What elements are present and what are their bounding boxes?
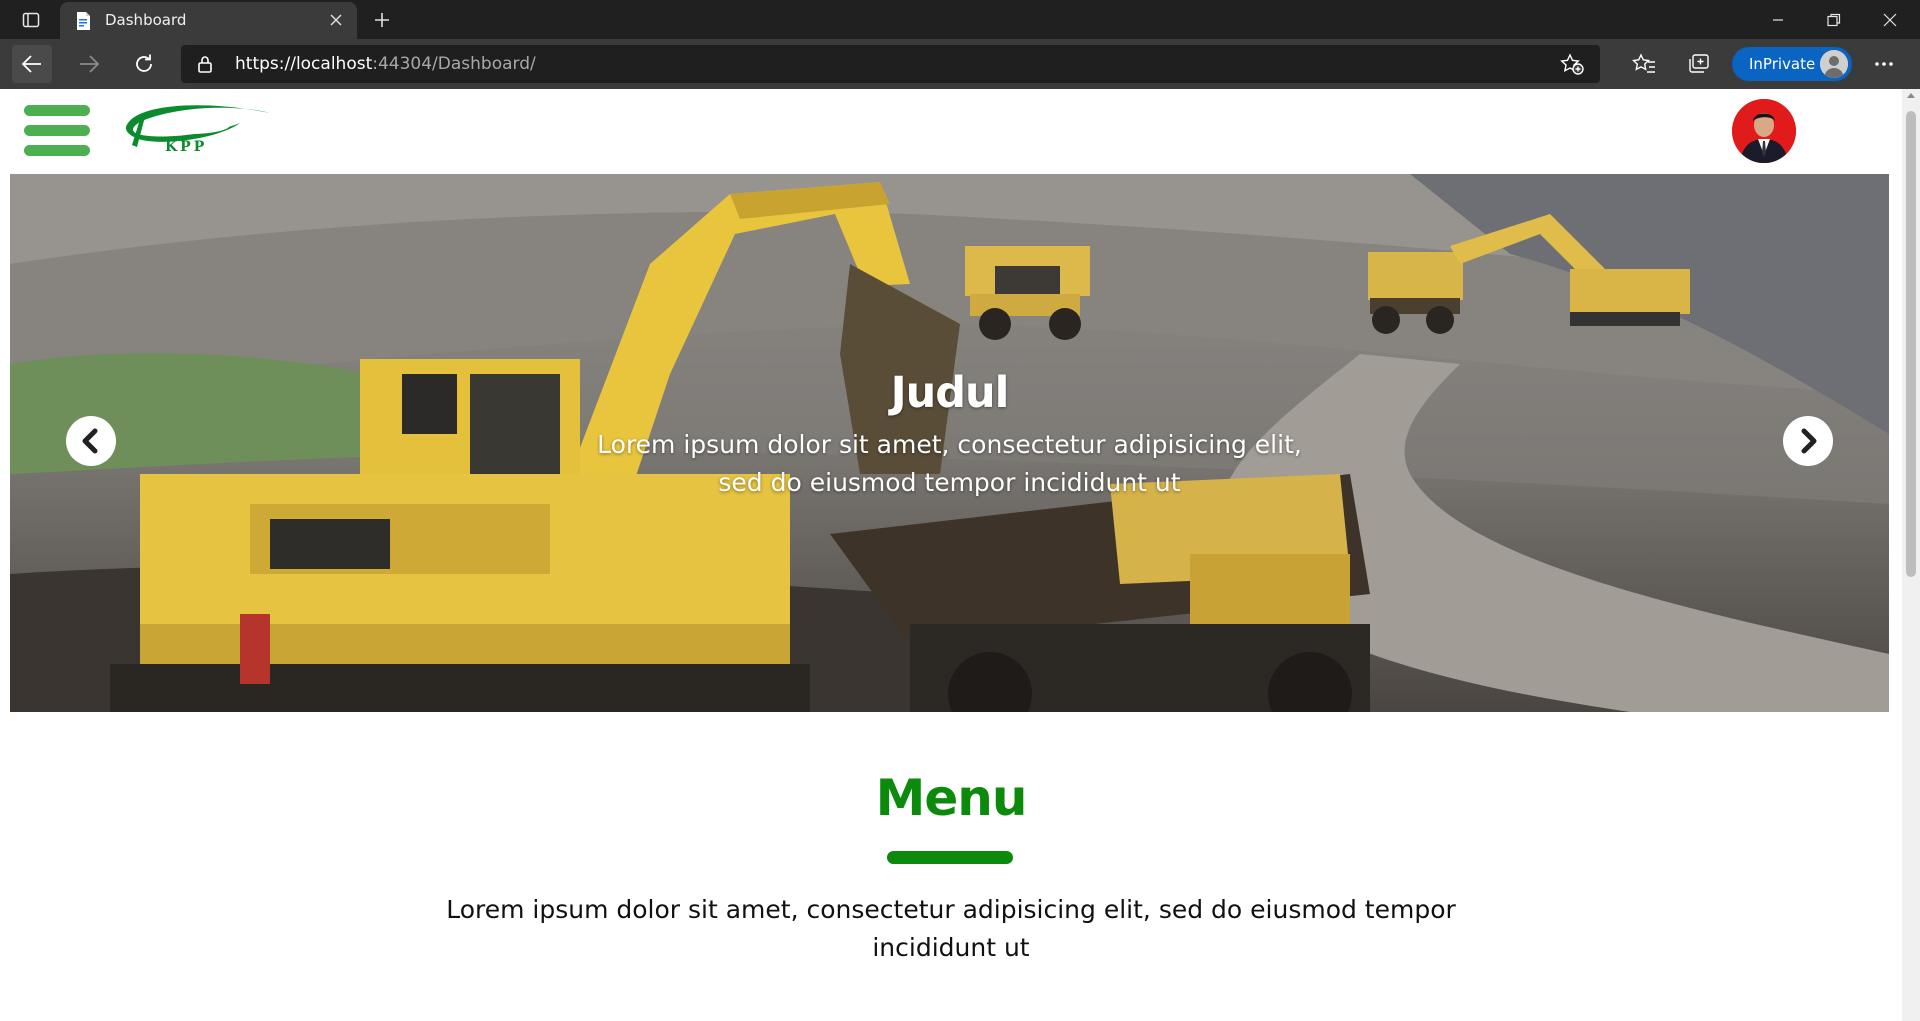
forward-button[interactable] <box>69 45 109 83</box>
hero-carousel: Judul Lorem ipsum dolor sit amet, consec… <box>10 174 1889 712</box>
inprivate-label: InPrivate <box>1749 55 1816 73</box>
menu-title-underline <box>887 851 1013 864</box>
company-logo[interactable]: KPP <box>120 99 272 161</box>
menu-section-description: Lorem ipsum dolor sit amet, consectetur … <box>446 895 1456 962</box>
browser-toolbar: https://localhost:44304/Dashboard/ InPri… <box>0 39 1920 89</box>
carousel-next-button[interactable] <box>1783 416 1833 466</box>
page-favicon-icon <box>73 11 93 31</box>
lock-icon[interactable] <box>197 55 213 77</box>
restore-icon[interactable] <box>1806 0 1862 39</box>
tab-actions-icon[interactable] <box>14 8 48 32</box>
close-tab-icon[interactable] <box>325 9 347 31</box>
carousel-title: Judul <box>890 368 1010 418</box>
page-viewport: KPP Judul Lorem ipsum dolor sit amet, co… <box>0 89 1902 1021</box>
scroll-up-icon[interactable] <box>1907 93 1915 98</box>
close-window-icon[interactable] <box>1862 0 1918 39</box>
address-bar[interactable]: https://localhost:44304/Dashboard/ <box>181 45 1600 83</box>
tab-title: Dashboard <box>105 11 187 29</box>
favorites-icon[interactable] <box>1628 48 1660 80</box>
back-button[interactable] <box>12 45 52 83</box>
user-avatar[interactable] <box>1732 99 1796 163</box>
chevron-right-icon <box>1801 428 1817 454</box>
inprivate-button[interactable]: InPrivate <box>1732 47 1852 81</box>
logo-text: KPP <box>165 139 208 155</box>
new-tab-icon[interactable] <box>368 6 396 34</box>
carousel-prev-button[interactable] <box>66 416 116 466</box>
profile-avatar-small <box>1820 50 1848 78</box>
scrollbar-thumb[interactable] <box>1906 111 1916 577</box>
page-scrollbar[interactable] <box>1902 89 1920 1021</box>
hamburger-menu-button[interactable] <box>24 105 90 157</box>
carousel-caption: Judul Lorem ipsum dolor sit amet, consec… <box>10 368 1889 502</box>
menu-section-title: Menu <box>875 769 1028 827</box>
add-favorite-icon[interactable] <box>1560 53 1584 79</box>
collections-icon[interactable] <box>1683 48 1715 80</box>
carousel-text: Lorem ipsum dolor sit amet, consectetur … <box>597 430 1302 497</box>
more-options-icon[interactable] <box>1868 48 1900 80</box>
refresh-button[interactable] <box>124 45 164 83</box>
url-text[interactable]: https://localhost:44304/Dashboard/ <box>235 54 536 74</box>
menu-section-description-wrapper: Lorem ipsum dolor sit amet, consectetur … <box>0 891 1902 967</box>
chevron-left-icon <box>82 428 98 454</box>
browser-tab[interactable]: Dashboard <box>60 2 357 39</box>
browser-titlebar: Dashboard <box>0 0 1920 39</box>
minimize-icon[interactable] <box>1750 0 1806 39</box>
